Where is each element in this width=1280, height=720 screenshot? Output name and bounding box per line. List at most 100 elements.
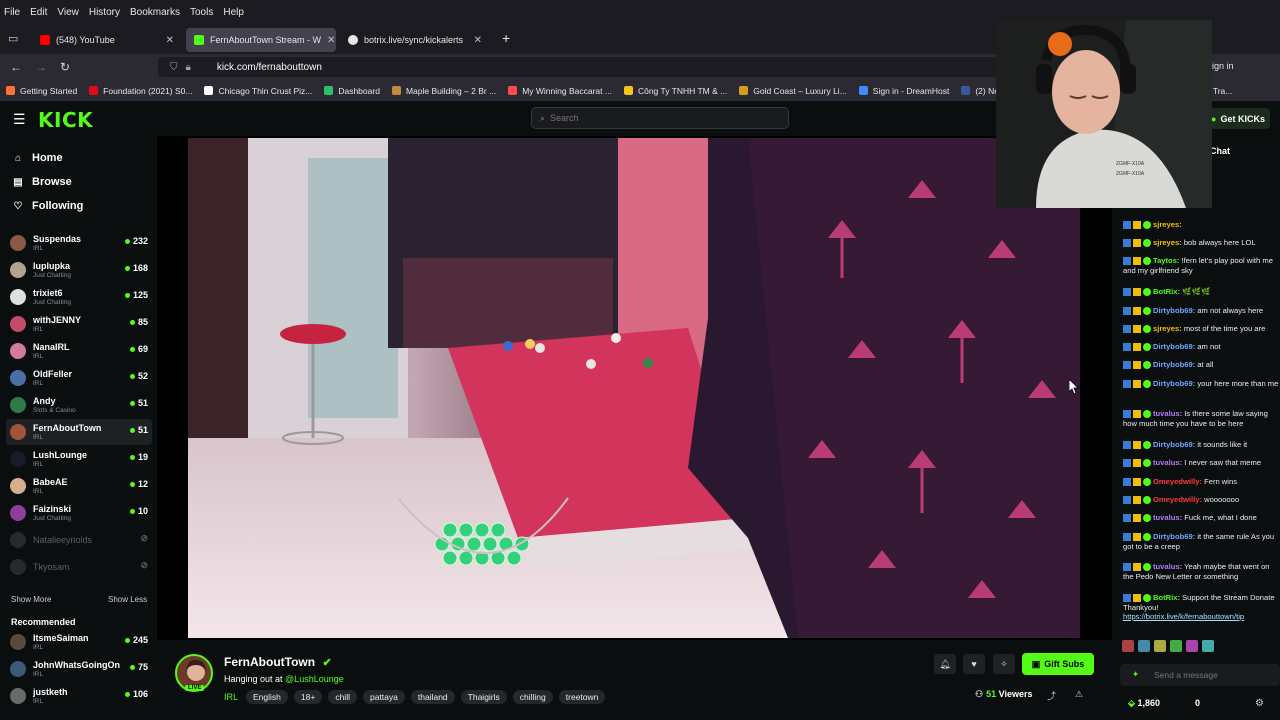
stream-tag[interactable]: thailand (410, 690, 455, 704)
emote-icon[interactable] (1154, 640, 1166, 652)
chat-username[interactable]: Omeyedwilly: (1153, 477, 1202, 486)
close-icon[interactable]: ✕ (468, 35, 482, 46)
channel-item[interactable]: OldFeller IRL 52 (6, 365, 152, 391)
sidebar-item-browse[interactable]: ▤ Browse (12, 176, 71, 188)
chat-username[interactable]: Dirtybob69: (1153, 342, 1195, 351)
menu-item-bookmarks[interactable]: Bookmarks (130, 7, 180, 18)
chat-username[interactable]: Dirtybob69: (1153, 440, 1195, 449)
forward-icon[interactable]: → (35, 60, 47, 74)
bookmark-item[interactable]: Công Ty TNHH TM & ... (623, 86, 727, 96)
search-box[interactable]: ⌕ (531, 107, 789, 129)
stream-tag[interactable]: treetown (558, 690, 606, 704)
stream-tag[interactable]: 18+ (293, 690, 323, 704)
video-player[interactable] (188, 138, 1080, 638)
streamer-name[interactable]: FernAboutTown ✔ (224, 655, 332, 669)
emote-picker-icon[interactable]: ✦ (1132, 669, 1139, 680)
get-kicks-button[interactable]: ● Get KICKs (1206, 108, 1270, 129)
share-icon[interactable]: ⤴ (1047, 689, 1056, 702)
stream-tag[interactable]: Thaigirls (460, 690, 507, 704)
bookmark-item[interactable]: Dashboard (324, 86, 380, 96)
emote-icon[interactable] (1122, 640, 1134, 652)
menu-item-view[interactable]: View (57, 7, 79, 18)
bookmark-item[interactable]: Sign in - DreamHost (858, 86, 949, 96)
channel-item[interactable]: NanaIRL IRL 69 (6, 338, 152, 364)
gift-action-button[interactable]: ✧ (993, 654, 1015, 674)
bookmark-item[interactable]: Foundation (2021) S0... (89, 86, 192, 96)
chat-username[interactable]: Dirtybob69: (1153, 379, 1195, 388)
channel-item[interactable]: BabeAE IRL 12 (6, 473, 152, 499)
bookmark-item[interactable]: Maple Building – 2 Br ... (391, 86, 496, 96)
emote-icon[interactable] (1186, 640, 1198, 652)
bookmark-item[interactable]: Getting Started (6, 86, 77, 96)
stream-tag[interactable]: English (246, 690, 288, 704)
bookmark-item[interactable]: Chicago Thin Crust Piz... (204, 86, 312, 96)
show-more-button[interactable]: Show More (11, 595, 51, 604)
menu-item-edit[interactable]: Edit (30, 7, 47, 18)
channel-item[interactable]: LushLounge IRL 19 (6, 446, 152, 472)
tab-list-icon[interactable]: ▭ (8, 32, 18, 45)
chat-username[interactable]: sjreyes: (1153, 220, 1182, 229)
menu-item-help[interactable]: Help (223, 7, 244, 18)
chat-username[interactable]: Dirtybob69: (1153, 306, 1195, 315)
menu-item-file[interactable]: File (4, 7, 20, 18)
menu-item-history[interactable]: History (89, 7, 120, 18)
tab-botrix[interactable]: botrix.live/sync/kickalerts ✕ (340, 28, 490, 52)
channel-item[interactable]: justketh IRL 106 (6, 683, 152, 709)
kick-logo[interactable]: KICK (38, 108, 93, 132)
chat-username[interactable]: BotRix: (1153, 287, 1180, 296)
follow-button[interactable]: ♥ (963, 654, 985, 674)
channel-item[interactable]: withJENNY IRL 85 (6, 311, 152, 337)
channel-item[interactable]: luplupka Just Chatting 168 (6, 257, 152, 283)
channel-item[interactable]: FernAboutTown IRL 51 (6, 419, 152, 445)
menu-item-tools[interactable]: Tools (190, 7, 213, 18)
notification-bell-button[interactable]: 🔔︎ (934, 654, 956, 674)
address-bar[interactable]: ⛉ 🔒︎ kick.com/fernabouttown (158, 57, 1038, 77)
stream-tag[interactable]: chill (328, 690, 357, 704)
show-less-button[interactable]: Show Less (108, 595, 147, 604)
chat-settings-icon[interactable]: ⚙ (1255, 698, 1264, 709)
chat-username[interactable]: Taytos: (1153, 256, 1179, 265)
chat-link[interactable]: https://botrix.live/k/fernabouttown/tip (1123, 612, 1244, 621)
tab-youtube[interactable]: (548) YouTube ✕ (32, 28, 182, 52)
channel-item[interactable]: trixiet6 Just Chatting 125 (6, 284, 152, 310)
new-tab-button[interactable]: + (502, 30, 510, 46)
gift-subs-button[interactable]: ▣ Gift Subs (1022, 653, 1094, 675)
close-icon[interactable]: ✕ (321, 35, 335, 46)
channel-item[interactable]: JohnWhatsGoingOn IRL 75 (6, 656, 152, 682)
channel-item[interactable]: Suspendas IRL 232 (6, 230, 152, 256)
bookmark-item[interactable]: Gold Coast – Luxury Li... (739, 86, 847, 96)
channel-item-offline[interactable]: Natalieeynolds ⊘ (6, 527, 152, 553)
bookmark-item[interactable]: My Winning Baccarat ... (508, 86, 612, 96)
chat-username[interactable]: tuvalus: (1153, 562, 1182, 571)
sidebar-item-following[interactable]: ♡ Following (12, 200, 84, 212)
back-icon[interactable]: ← (10, 60, 22, 74)
channel-item[interactable]: ItsmeSaiman IRL 245 (6, 629, 152, 655)
chat-input-box[interactable]: ✦ (1120, 664, 1280, 686)
sidebar-item-home[interactable]: ⌂ Home (12, 152, 63, 164)
chat-username[interactable]: tuvalus: (1153, 513, 1182, 522)
emote-icon[interactable] (1170, 640, 1182, 652)
stream-title-link[interactable]: @LushLounge (285, 674, 344, 684)
report-icon[interactable]: ⚠ (1075, 689, 1083, 700)
channel-item-offline[interactable]: Tkyosam ⊘ (6, 554, 152, 580)
chat-username[interactable]: Dirtybob69: (1153, 360, 1195, 369)
chat-username[interactable]: Dirtybob69: (1153, 532, 1195, 541)
chat-username[interactable]: tuvalus: (1153, 458, 1182, 467)
tab-kick[interactable]: FernAboutTown Stream - W ✕ (186, 28, 336, 52)
chat-input[interactable] (1154, 670, 1274, 680)
chat-username[interactable]: sjreyes: (1153, 324, 1182, 333)
category-link[interactable]: IRL (224, 692, 238, 702)
close-icon[interactable]: ✕ (160, 35, 174, 46)
chat-username[interactable]: sjreyes: (1153, 238, 1182, 247)
kicks-balance[interactable]: ⬙ 1,860 (1128, 698, 1160, 709)
chat-username[interactable]: Omeyedwilly: (1153, 495, 1202, 504)
chat-username[interactable]: tuvalus: (1153, 409, 1182, 418)
chat-username[interactable]: BotRix: (1153, 593, 1180, 602)
search-input[interactable] (550, 113, 751, 123)
emote-icon[interactable] (1138, 640, 1150, 652)
emote-icon[interactable] (1202, 640, 1214, 652)
reload-icon[interactable]: ↻ (60, 60, 70, 74)
channel-item[interactable]: Andy Slots & Casino 51 (6, 392, 152, 418)
menu-icon[interactable]: ☰ (13, 111, 26, 128)
stream-tag[interactable]: pattaya (362, 690, 405, 704)
